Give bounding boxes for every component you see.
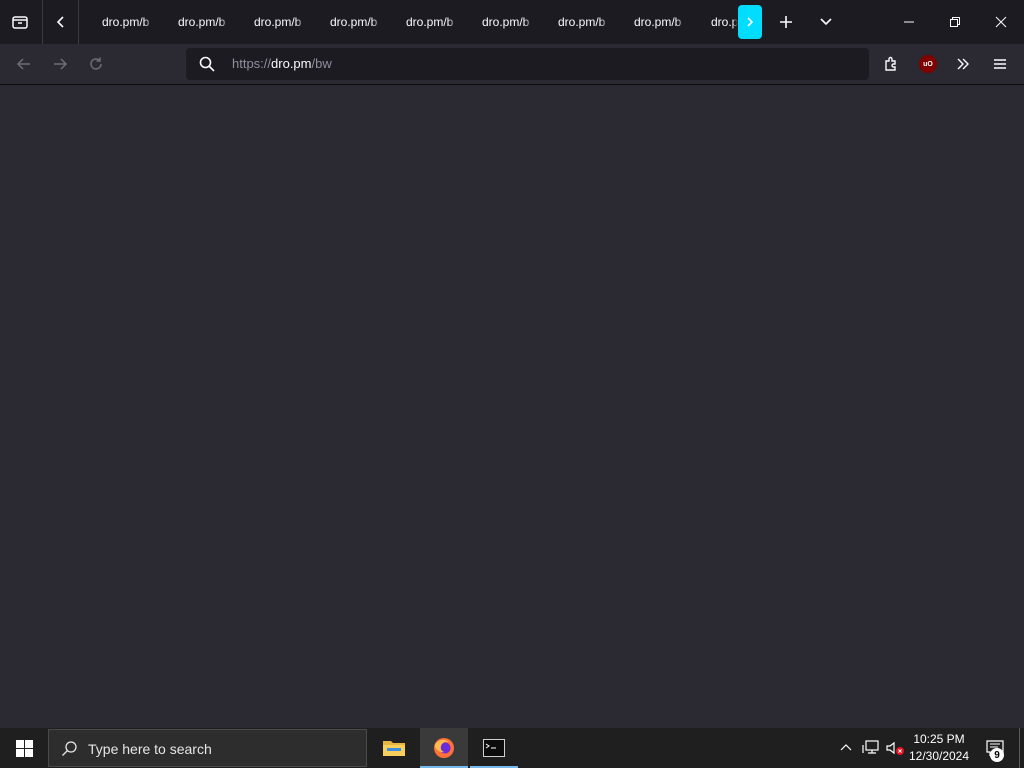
- tab-item[interactable]: dro.pm/b: [470, 6, 546, 38]
- chevron-left-icon: [56, 16, 64, 28]
- taskbar-clock[interactable]: 10:25 PM 12/30/2024: [906, 731, 972, 765]
- tab-item[interactable]: dro.pm/b: [546, 6, 622, 38]
- tab-item[interactable]: dro.pm: [698, 6, 738, 38]
- tab-item[interactable]: dro.pm/b: [90, 6, 166, 38]
- forward-button[interactable]: [44, 48, 76, 80]
- tab-item[interactable]: dro.pm/b: [394, 6, 470, 38]
- network-icon: [862, 740, 879, 754]
- ublock-origin-icon: uO: [919, 55, 937, 73]
- show-hidden-icons-button[interactable]: [836, 736, 856, 760]
- firefox-icon: [434, 738, 454, 758]
- folder-icon: [383, 741, 405, 756]
- page-content[interactable]: [0, 85, 1024, 728]
- puzzle-icon: [885, 56, 896, 71]
- tab-label: dro.pm/b: [178, 15, 226, 29]
- tab-label: dro.pm/b: [634, 15, 682, 29]
- tab-label: dro.pm/b: [102, 15, 150, 29]
- tab-scroll-right-button[interactable]: [738, 5, 762, 39]
- taskbar-file-explorer[interactable]: [370, 728, 418, 768]
- clock-time: 10:25 PM: [913, 732, 965, 746]
- terminal-icon: [483, 739, 505, 757]
- restore-icon: [950, 17, 960, 27]
- url-path: /bw: [311, 56, 332, 71]
- new-tab-button[interactable]: [770, 6, 802, 38]
- firefox-view-button[interactable]: [4, 6, 36, 38]
- close-icon: [995, 16, 1007, 28]
- clock-date: 12/30/2024: [908, 749, 970, 763]
- tab-item[interactable]: dro.pm/b: [622, 6, 698, 38]
- hamburger-menu-icon: [994, 59, 1006, 69]
- plus-icon: [780, 16, 792, 28]
- overflow-menu-button[interactable]: [947, 48, 979, 80]
- taskbar-terminal[interactable]: [470, 728, 518, 768]
- list-all-tabs-button[interactable]: [810, 6, 842, 38]
- tab-label: dro.pm/b: [406, 15, 454, 29]
- firefox-view-icon: [12, 16, 28, 29]
- taskbar-firefox[interactable]: [420, 728, 468, 768]
- show-desktop-button[interactable]: [1019, 728, 1020, 768]
- tab-divider: [42, 0, 43, 44]
- search-icon: [60, 739, 78, 757]
- search-icon: [198, 55, 216, 73]
- tab-label: dro.pm: [711, 15, 738, 29]
- taskbar-search-box[interactable]: Type here to search: [48, 729, 367, 767]
- restore-button[interactable]: [932, 0, 978, 44]
- minimize-icon: [904, 21, 914, 23]
- chevron-right-icon: [747, 17, 754, 27]
- start-button[interactable]: [0, 728, 48, 768]
- arrow-right-icon: [54, 58, 68, 70]
- tab-label: dro.pm/b: [558, 15, 606, 29]
- url-bar[interactable]: https://dro.pm/bw: [186, 48, 869, 80]
- tab-item[interactable]: dro.pm/b: [242, 6, 318, 38]
- network-button[interactable]: [860, 736, 882, 760]
- tab-item[interactable]: dro.pm/b: [318, 6, 394, 38]
- extensions-button[interactable]: [876, 48, 908, 80]
- url-host: dro.pm: [271, 56, 312, 71]
- reload-button[interactable]: [80, 48, 112, 80]
- close-window-button[interactable]: [978, 0, 1024, 44]
- double-chevron-right-icon: [957, 58, 969, 70]
- tab-label: dro.pm/b: [330, 15, 378, 29]
- app-menu-button[interactable]: [984, 48, 1016, 80]
- chevron-up-icon: [840, 744, 852, 751]
- windows-logo-icon: [15, 739, 33, 757]
- tab-item[interactable]: dro.pm/b: [166, 6, 242, 38]
- arrow-left-icon: [16, 58, 30, 70]
- search-placeholder: Type here to search: [88, 741, 212, 757]
- tab-scroll-left-button[interactable]: [46, 6, 76, 38]
- tab-label: dro.pm/b: [254, 15, 302, 29]
- tab-divider: [78, 0, 79, 44]
- tab-label: dro.pm/b: [482, 15, 530, 29]
- url-text[interactable]: https://dro.pm/bw: [232, 56, 332, 71]
- volume-button[interactable]: [884, 736, 906, 760]
- notification-count-badge: 9: [990, 748, 1004, 762]
- reload-icon: [90, 57, 102, 70]
- back-button[interactable]: [8, 48, 40, 80]
- tab-strip: dro.pm/b dro.pm/b dro.pm/b dro.pm/b dro.…: [0, 0, 1024, 44]
- chevron-down-icon: [820, 18, 832, 26]
- minimize-button[interactable]: [886, 0, 932, 44]
- volume-muted-icon: [886, 741, 904, 755]
- url-scheme: https://: [232, 56, 272, 71]
- ublock-origin-button[interactable]: uO: [912, 48, 944, 80]
